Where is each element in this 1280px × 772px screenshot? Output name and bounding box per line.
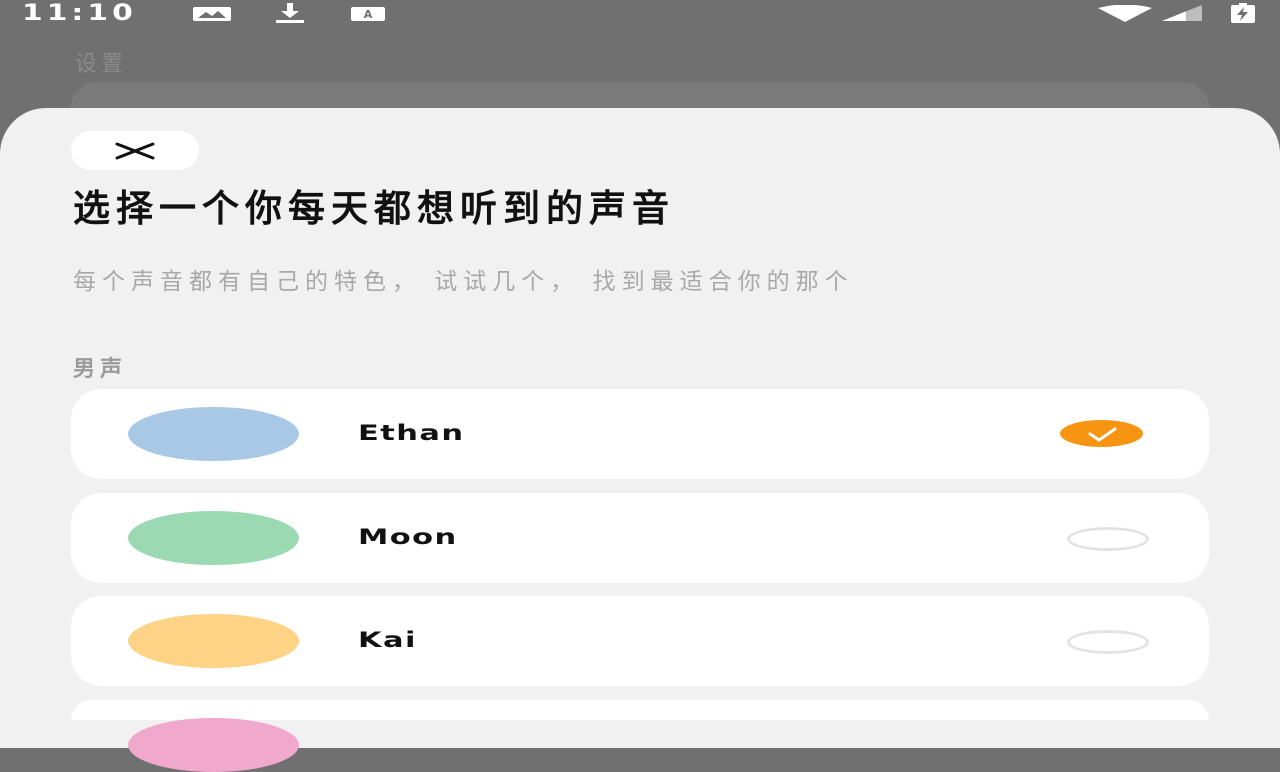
voice-name: Moon (358, 525, 458, 549)
signal-icon (1162, 5, 1204, 25)
close-icon (115, 142, 155, 159)
status-bar: 11:10 A (0, 0, 1280, 28)
voice-avatar (128, 511, 299, 565)
unselected-radio[interactable] (1067, 630, 1149, 654)
translate-icon: A (350, 6, 386, 26)
background-page-title: 设置 (75, 52, 128, 77)
voice-option-ethan[interactable]: Ethan (71, 389, 1209, 479)
sheet-subtitle: 每个声音都有自己的特色， 试试几个， 找到最适合你的那个 (73, 269, 854, 295)
battery-charging-icon (1230, 3, 1256, 27)
svg-text:A: A (364, 8, 373, 21)
checkmark-icon (1088, 427, 1116, 441)
voice-name: Ethan (358, 421, 465, 445)
voice-option-moon[interactable]: Moon (71, 493, 1209, 583)
status-time: 11:10 (22, 1, 137, 26)
voice-avatar (128, 407, 299, 461)
close-button[interactable] (71, 131, 199, 170)
unselected-radio[interactable] (1067, 527, 1149, 551)
voice-avatar (128, 718, 299, 772)
voice-option-kai[interactable]: Kai (71, 596, 1209, 686)
voice-name: Kai (358, 628, 417, 652)
download-icon (272, 3, 308, 27)
voice-option-partial[interactable] (71, 700, 1209, 772)
voice-avatar (128, 614, 299, 668)
selected-check-radio[interactable] (1060, 420, 1143, 447)
section-label-male: 男声 (73, 357, 128, 382)
sheet-headline: 选择一个你每天都想听到的声音 (73, 187, 675, 230)
image-icon (192, 6, 232, 26)
wifi-icon (1096, 4, 1154, 27)
